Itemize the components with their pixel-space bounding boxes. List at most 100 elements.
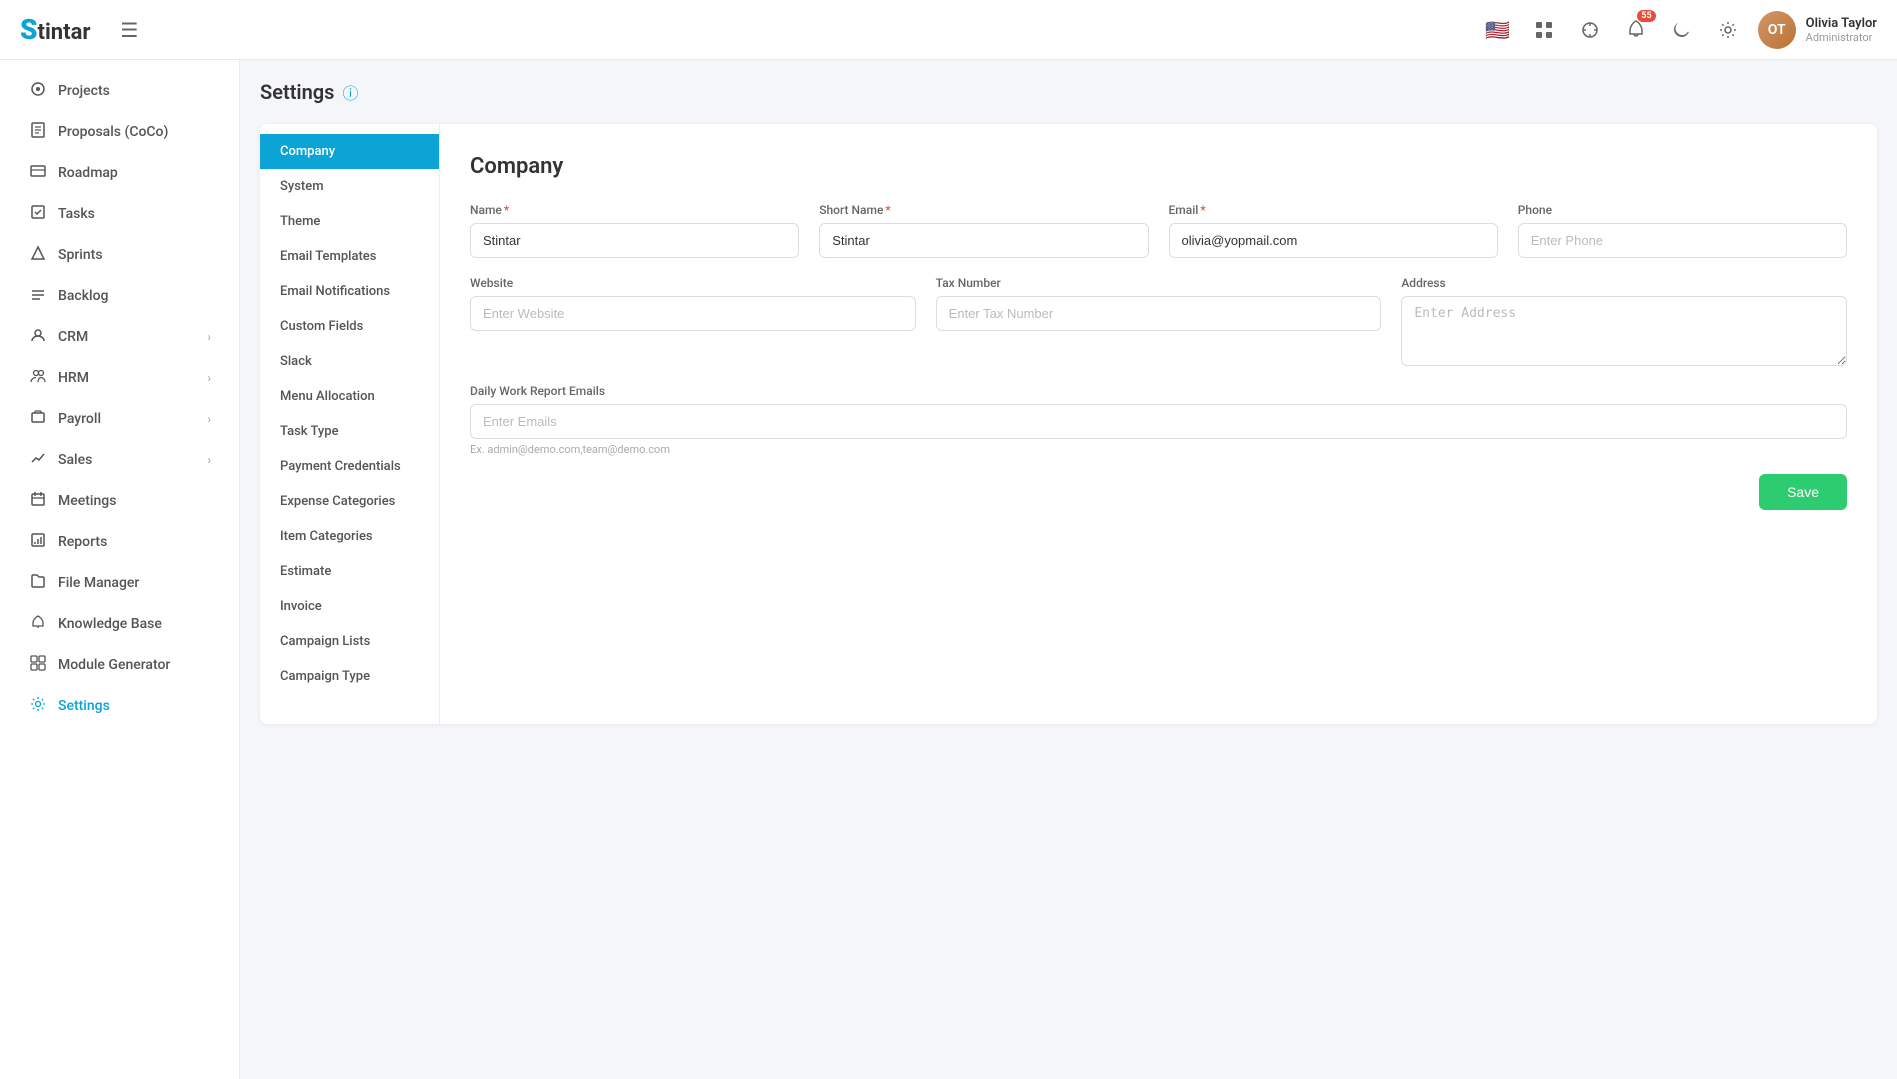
section-title: Company — [470, 154, 1847, 179]
address-label: Address — [1401, 276, 1847, 290]
sidebar-item-file-manager[interactable]: File Manager — [8, 563, 231, 603]
sidebar-item-hrm[interactable]: HRM› — [8, 358, 231, 398]
settings-content: Company Name* Short Name* — [440, 124, 1877, 724]
info-icon: ⓘ — [342, 80, 358, 104]
user-name: Olivia Taylor — [1806, 16, 1877, 31]
short-name-label: Short Name* — [819, 203, 1148, 217]
crosshair-icon[interactable] — [1574, 14, 1606, 46]
settings-nav-email-notifications[interactable]: Email Notifications — [260, 274, 439, 309]
save-button[interactable]: Save — [1759, 474, 1847, 510]
crm-chevron-icon: › — [207, 330, 211, 344]
sidebar-item-roadmap[interactable]: Roadmap — [8, 153, 231, 193]
avatar: OT — [1758, 11, 1796, 49]
meetings-icon — [28, 491, 48, 511]
settings-nav-item-categories[interactable]: Item Categories — [260, 519, 439, 554]
settings-nav-company[interactable]: Company — [260, 134, 439, 169]
hrm-icon — [28, 368, 48, 388]
email-required: * — [1200, 203, 1205, 217]
settings-nav-expense-categories[interactable]: Expense Categories — [260, 484, 439, 519]
settings-nav-payment-credentials[interactable]: Payment Credentials — [260, 449, 439, 484]
short-name-input[interactable] — [819, 223, 1148, 258]
sidebar-item-tasks[interactable]: Tasks — [8, 194, 231, 234]
knowledge-base-icon — [28, 614, 48, 634]
email-input[interactable] — [1169, 223, 1498, 258]
sidebar-item-backlog[interactable]: Backlog — [8, 276, 231, 316]
payroll-icon — [28, 409, 48, 429]
notification-badge: 55 — [1637, 10, 1655, 22]
sidebar-label-module-generator: Module Generator — [58, 657, 170, 673]
address-textarea[interactable] — [1401, 296, 1847, 366]
form-footer: Save — [470, 474, 1847, 510]
page-title: Settings — [260, 80, 334, 104]
name-input[interactable] — [470, 223, 799, 258]
sidebar-item-payroll[interactable]: Payroll› — [8, 399, 231, 439]
tax-number-group: Tax Number — [936, 276, 1382, 366]
website-group: Website — [470, 276, 916, 366]
sidebar-item-sales[interactable]: Sales› — [8, 440, 231, 480]
sidebar-item-knowledge-base[interactable]: Knowledge Base — [8, 604, 231, 644]
settings-nav-theme[interactable]: Theme — [260, 204, 439, 239]
sidebar-label-crm: CRM — [58, 329, 88, 345]
sidebar-item-meetings[interactable]: Meetings — [8, 481, 231, 521]
module-generator-icon — [28, 655, 48, 675]
dark-mode-toggle[interactable] — [1666, 14, 1698, 46]
sidebar-item-crm[interactable]: CRM › — [8, 317, 231, 357]
settings-nav-menu-allocation[interactable]: Menu Allocation — [260, 379, 439, 414]
user-profile[interactable]: OT Olivia Taylor Administrator — [1758, 11, 1877, 49]
hrm-chevron-icon: › — [207, 371, 211, 385]
settings-nav-slack[interactable]: Slack — [260, 344, 439, 379]
form-row-3: Daily Work Report Emails Ex. admin@demo.… — [470, 384, 1847, 456]
form-row-1: Name* Short Name* Email* — [470, 203, 1847, 258]
settings-nav-campaign-lists[interactable]: Campaign Lists — [260, 624, 439, 659]
settings-nav-task-type[interactable]: Task Type — [260, 414, 439, 449]
sidebar-label-meetings: Meetings — [58, 493, 116, 509]
settings-nav-estimate[interactable]: Estimate — [260, 554, 439, 589]
sidebar-item-module-generator[interactable]: Module Generator — [8, 645, 231, 685]
settings-nav-custom-fields[interactable]: Custom Fields — [260, 309, 439, 344]
sidebar-label-tasks: Tasks — [58, 206, 95, 222]
address-group: Address — [1401, 276, 1847, 366]
reports-icon — [28, 532, 48, 552]
sidebar-item-reports[interactable]: Reports — [8, 522, 231, 562]
apps-icon[interactable] — [1528, 14, 1560, 46]
flag-icon: 🇺🇸 — [1485, 18, 1510, 42]
sidebar-label-roadmap: Roadmap — [58, 165, 118, 181]
logo: Stintar — [20, 13, 90, 46]
language-selector[interactable]: 🇺🇸 — [1482, 14, 1514, 46]
tax-number-input[interactable] — [936, 296, 1382, 331]
sidebar-item-proposals[interactable]: Proposals (CoCo) — [8, 112, 231, 152]
settings-nav-email-templates[interactable]: Email Templates — [260, 239, 439, 274]
sales-icon — [28, 450, 48, 470]
sidebar-label-payroll: Payroll — [58, 411, 101, 427]
crm-icon — [28, 327, 48, 347]
settings-sidebar: CompanySystemThemeEmail TemplatesEmail N… — [260, 124, 440, 724]
settings-icon[interactable] — [1712, 14, 1744, 46]
sidebar-item-sprints[interactable]: Sprints — [8, 235, 231, 275]
daily-report-hint: Ex. admin@demo.com,team@demo.com — [470, 443, 1847, 456]
settings-nav-invoice[interactable]: Invoice — [260, 589, 439, 624]
daily-report-input[interactable] — [470, 404, 1847, 439]
daily-report-group: Daily Work Report Emails Ex. admin@demo.… — [470, 384, 1847, 456]
form-row-2: Website Tax Number Address — [470, 276, 1847, 366]
tax-number-label: Tax Number — [936, 276, 1382, 290]
projects-icon — [28, 81, 48, 101]
notification-bell[interactable]: 55 — [1620, 14, 1652, 46]
email-group: Email* — [1169, 203, 1498, 258]
settings-nav-system[interactable]: System — [260, 169, 439, 204]
phone-input[interactable] — [1518, 223, 1847, 258]
website-input[interactable] — [470, 296, 916, 331]
sidebar-item-settings[interactable]: Settings — [8, 686, 231, 726]
sidebar-label-sprints: Sprints — [58, 247, 103, 263]
email-label: Email* — [1169, 203, 1498, 217]
avatar-image: OT — [1758, 11, 1796, 49]
settings-nav-campaign-type[interactable]: Campaign Type — [260, 659, 439, 694]
user-text: Olivia Taylor Administrator — [1806, 16, 1877, 44]
sidebar-label-file-manager: File Manager — [58, 575, 139, 591]
sidebar-item-projects[interactable]: Projects — [8, 71, 231, 111]
sprints-icon — [28, 245, 48, 265]
settings-icon — [28, 696, 48, 716]
hamburger-button[interactable]: ☰ — [120, 18, 138, 42]
name-label: Name* — [470, 203, 799, 217]
backlog-icon — [28, 286, 48, 306]
short-name-group: Short Name* — [819, 203, 1148, 258]
